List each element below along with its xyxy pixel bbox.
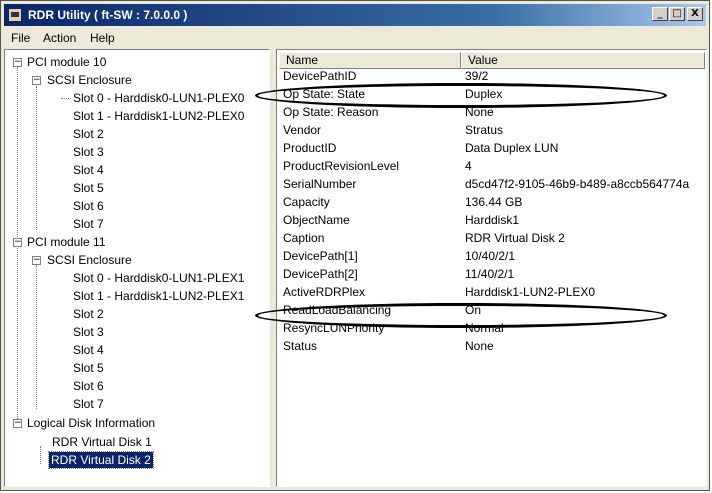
rdr-utility-window: RDR Utility ( ft-SW : 7.0.0.0 ) _ □ X Fi… (0, 0, 710, 491)
tree-connector (40, 446, 41, 464)
tree-node-logical-disk-information[interactable]: Logical Disk Information (27, 415, 155, 431)
tree-node-slot[interactable]: Slot 3 (73, 324, 104, 340)
property-value: 4 (465, 159, 472, 173)
tree-node-slot[interactable]: Slot 0 - Harddisk0-LUN1-PLEX0 (73, 90, 244, 106)
tree-node-slot[interactable]: Slot 6 (73, 378, 104, 394)
tree-node-slot[interactable]: Slot 5 (73, 180, 104, 196)
property-value: Harddisk1 (465, 213, 520, 227)
property-value: None (465, 339, 494, 353)
property-name: Status (283, 339, 318, 353)
list-row[interactable]: ObjectName Harddisk1 (277, 213, 706, 228)
property-name: Vendor (283, 123, 322, 137)
list-row[interactable]: DevicePath[1] 10/40/2/1 (277, 249, 706, 264)
title-bar[interactable]: RDR Utility ( ft-SW : 7.0.0.0 ) _ □ X (4, 4, 706, 26)
property-value: On (465, 303, 482, 317)
property-name: Capacity (283, 195, 330, 209)
property-value: RDR Virtual Disk 2 (465, 231, 565, 245)
minimize-button[interactable]: _ (652, 7, 668, 21)
tree-node-slot[interactable]: Slot 1 - Harddisk1-LUN2-PLEX1 (73, 288, 244, 304)
window-title: RDR Utility ( ft-SW : 7.0.0.0 ) (28, 8, 188, 22)
menu-file-label: File (11, 31, 31, 45)
property-name: ProductRevisionLevel (283, 159, 400, 173)
property-name: ReadLoadBalancing (283, 303, 392, 317)
app-icon (8, 8, 22, 22)
list-row[interactable]: ActiveRDRPlex Harddisk1-LUN2-PLEX0 (277, 285, 706, 300)
tree-node-slot[interactable]: Slot 2 (73, 306, 104, 322)
menu-help-label: Help (90, 31, 115, 45)
expander-scsi11[interactable]: − (32, 256, 41, 265)
list-row[interactable]: ProductRevisionLevel 4 (277, 159, 706, 174)
list-row[interactable]: Caption RDR Virtual Disk 2 (277, 231, 706, 246)
property-name: ActiveRDRPlex (283, 285, 366, 299)
property-value: 39/2 (465, 69, 489, 83)
tree-node-slot[interactable]: Slot 7 (73, 396, 104, 412)
tree-node-slot[interactable]: Slot 6 (73, 198, 104, 214)
properties-list[interactable]: Name Value DevicePathID 39/2 Op State: St… (276, 49, 707, 487)
menu-action[interactable]: Action (43, 31, 76, 45)
list-row[interactable]: Op State: State Duplex (277, 87, 706, 102)
tree-node-slot[interactable]: Slot 7 (73, 216, 104, 232)
property-value: d5cd47f2-9105-46b9-b489-a8ccb564774a (465, 177, 690, 191)
property-name: DevicePath[2] (283, 267, 358, 281)
list-row[interactable]: Vendor Stratus (277, 123, 706, 138)
property-value: None (465, 105, 494, 119)
property-name: Op State: Reason (283, 105, 379, 119)
tree-node-pci-module-10[interactable]: PCI module 10 (27, 54, 106, 70)
column-header-value[interactable]: Value (461, 52, 705, 69)
list-row[interactable]: DevicePathID 39/2 (277, 69, 706, 84)
tree-node-slot[interactable]: Slot 4 (73, 162, 104, 178)
column-header-name[interactable]: Name (279, 52, 461, 69)
property-value: Duplex (465, 87, 503, 101)
list-row[interactable]: Capacity 136.44 GB (277, 195, 706, 210)
tree-connector (36, 86, 37, 230)
tree-node-rdr-virtual-disk-2[interactable]: RDR Virtual Disk 2 (48, 451, 154, 469)
close-button[interactable]: X (687, 7, 703, 21)
list-row[interactable]: DevicePath[2] 11/40/2/1 (277, 267, 706, 282)
property-name: Caption (283, 231, 325, 245)
device-tree[interactable]: − PCI module 10 − SCSI Enclosure Slot 0 … (4, 49, 270, 487)
tree-node-scsi-enclosure-11[interactable]: SCSI Enclosure (47, 252, 132, 268)
property-value: Normal (465, 321, 504, 335)
list-row[interactable]: SerialNumber d5cd47f2-9105-46b9-b489-a8cc… (277, 177, 706, 192)
property-name: DevicePath[1] (283, 249, 358, 263)
maximize-button[interactable]: □ (669, 7, 685, 21)
tree-node-pci-module-11[interactable]: PCI module 11 (27, 234, 106, 250)
menu-action-label: Action (43, 31, 77, 45)
property-value: 10/40/2/1 (465, 249, 516, 263)
menu-help[interactable]: Help (90, 31, 115, 45)
property-name: SerialNumber (283, 177, 357, 191)
tree-node-scsi-enclosure-10[interactable]: SCSI Enclosure (47, 72, 132, 88)
property-name: ObjectName (283, 213, 350, 227)
property-value: Stratus (465, 123, 504, 137)
list-row[interactable]: Op State: Reason None (277, 105, 706, 120)
expander-scsi10[interactable]: − (32, 76, 41, 85)
expander-pci10[interactable]: − (13, 58, 22, 67)
tree-node-slot[interactable]: Slot 4 (73, 342, 104, 358)
property-value: Harddisk1-LUN2-PLEX0 (465, 285, 596, 299)
property-value: Data Duplex LUN (465, 141, 559, 155)
property-value: 136.44 GB (465, 195, 523, 209)
list-row[interactable]: ProductID Data Duplex LUN (277, 141, 706, 156)
property-name: DevicePathID (283, 69, 357, 83)
tree-node-slot[interactable]: Slot 3 (73, 144, 104, 160)
property-name: Op State: State (283, 87, 366, 101)
list-row[interactable]: ReadLoadBalancing On (277, 303, 706, 318)
property-name: ResyncLUNPriority (283, 321, 385, 335)
tree-connector (17, 67, 18, 427)
tree-connector (61, 98, 71, 99)
menu-file[interactable]: File (11, 31, 30, 45)
list-row[interactable]: ResyncLUNPriority Normal (277, 321, 706, 336)
tree-node-rdr-virtual-disk-1[interactable]: RDR Virtual Disk 1 (52, 434, 152, 450)
property-value: 11/40/2/1 (465, 267, 515, 281)
expander-pci11[interactable]: − (13, 238, 22, 247)
tree-node-slot[interactable]: Slot 0 - Harddisk0-LUN1-PLEX1 (73, 270, 244, 286)
tree-node-slot[interactable]: Slot 1 - Harddisk1-LUN2-PLEX0 (73, 108, 244, 124)
list-row[interactable]: Status None (277, 339, 706, 354)
tree-connector (36, 265, 37, 409)
menu-bar: File Action Help (4, 29, 706, 47)
expander-logical[interactable]: − (13, 419, 22, 428)
property-name: ProductID (283, 141, 337, 155)
tree-node-slot[interactable]: Slot 5 (73, 360, 104, 376)
tree-node-slot[interactable]: Slot 2 (73, 126, 104, 142)
